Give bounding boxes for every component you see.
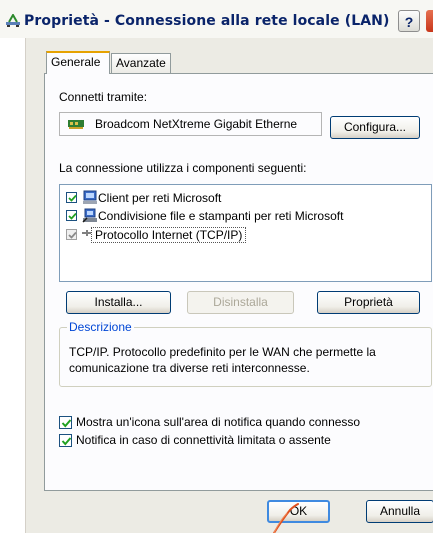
description-text: TCP/IP. Protocollo predefinito per le WA… (69, 345, 376, 375)
tab-general[interactable]: Generale (46, 51, 110, 74)
component-checkbox[interactable] (66, 229, 77, 240)
component-checkbox[interactable] (66, 210, 77, 221)
components-label: La connessione utilizza i componenti seg… (59, 161, 307, 175)
close-button[interactable] (426, 10, 433, 32)
uninstall-button[interactable]: Disinstalla (187, 291, 294, 314)
tab-advanced[interactable]: Avanzate (111, 53, 171, 73)
connect-via-label: Connetti tramite: (59, 90, 148, 104)
properties-button[interactable]: Proprietà (317, 291, 420, 314)
notify-limited-checkbox[interactable] (59, 434, 72, 447)
notify-icon-checkbox[interactable] (59, 416, 72, 429)
title-bar: Proprietà - Connessione alla rete locale… (0, 0, 433, 38)
component-label: Protocollo Internet (TCP/IP) (91, 227, 247, 243)
help-button[interactable]: ? (398, 10, 420, 32)
configure-button[interactable]: Configura... (330, 116, 420, 139)
annotation-pen-stroke (273, 503, 299, 533)
component-label: Condivisione file e stampanti per reti M… (98, 209, 344, 223)
install-button[interactable]: Installa... (66, 291, 171, 314)
description-group: Descrizione TCP/IP. Protocollo predefini… (59, 320, 432, 387)
cancel-button[interactable]: Annulla (366, 500, 433, 523)
file-printer-sharing-icon (82, 208, 97, 223)
component-label: Client per reti Microsoft (98, 191, 222, 205)
network-client-icon (83, 190, 97, 204)
component-checkbox[interactable] (66, 192, 77, 203)
window-title: Proprietà - Connessione alla rete locale… (24, 13, 390, 29)
network-adapter-icon (68, 120, 84, 129)
tab-panel-general: Connetti tramite: Broadcom NetXtreme Gig… (44, 73, 433, 491)
adapter-field: Broadcom NetXtreme Gigabit Etherne (59, 112, 322, 136)
adapter-name: Broadcom NetXtreme Gigabit Etherne (95, 117, 298, 131)
description-legend: Descrizione (67, 320, 134, 334)
network-connection-icon (6, 14, 20, 27)
notify-limited-label: Notifica in caso di connettività limitat… (76, 433, 331, 447)
dialog-body: Avanzate Generale Connetti tramite: Broa… (25, 38, 433, 533)
components-list[interactable]: Client per reti Microsoft Condivisione f… (59, 184, 432, 282)
notify-icon-label: Mostra un'icona sull'area di notifica qu… (76, 415, 361, 429)
